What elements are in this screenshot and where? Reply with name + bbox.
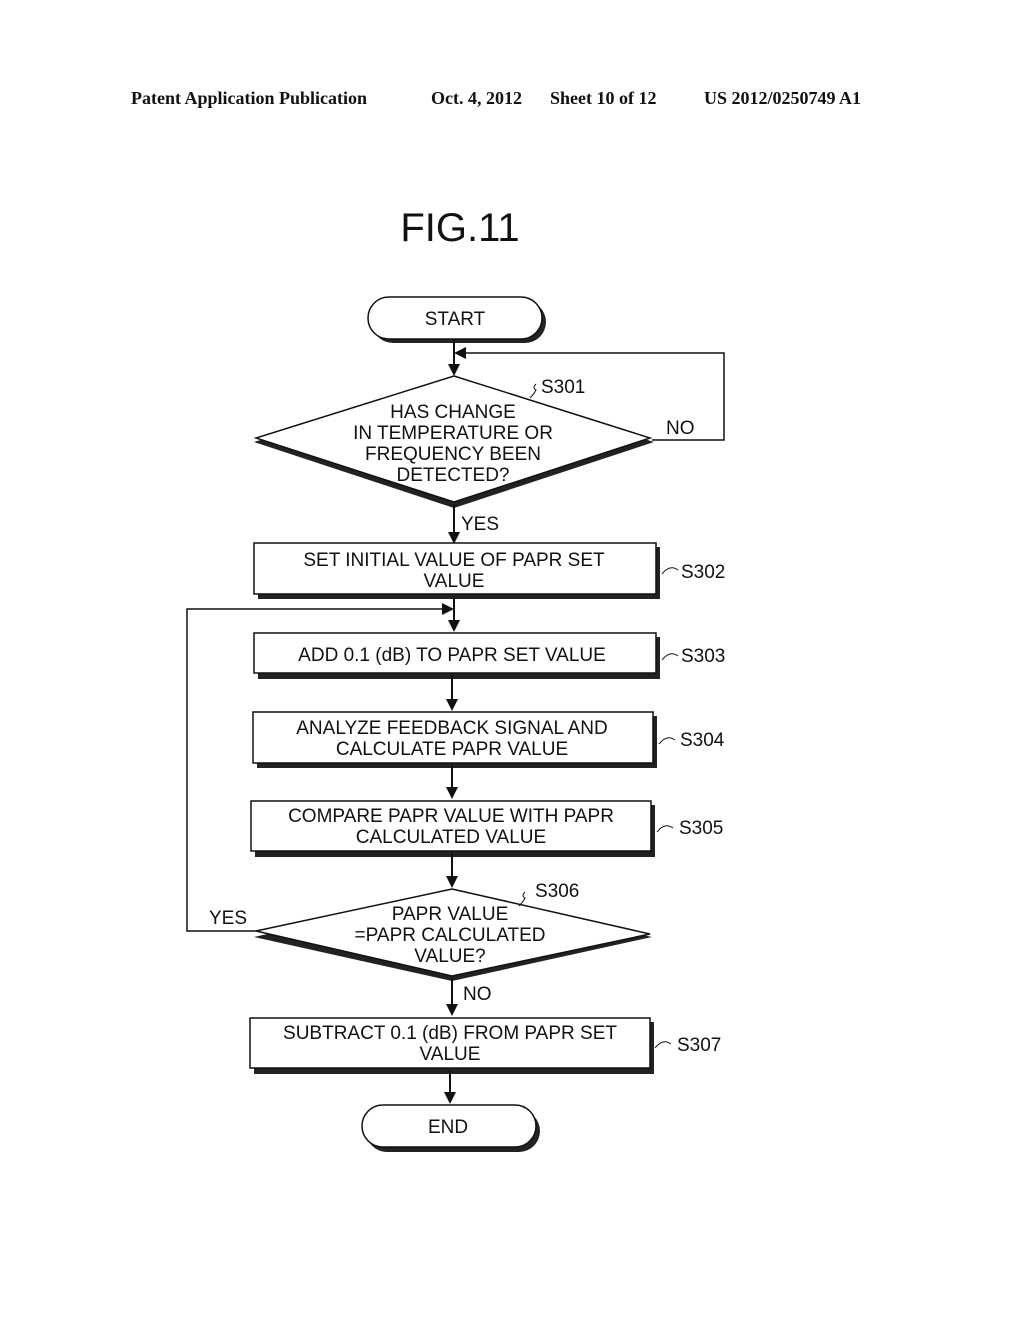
end-terminal: END [361, 1104, 540, 1152]
process-s302: SET INITIAL VALUE OF PAPR SET VALUE [253, 542, 660, 599]
process-s304: ANALYZE FEEDBACK SIGNAL AND CALCULATE PA… [252, 711, 657, 768]
s301-line-3: FREQUENCY BEEN [365, 444, 541, 465]
s302-line-2: VALUE [424, 571, 485, 592]
s307-leader [654, 1041, 672, 1049]
decision-s301: HAS CHANGE IN TEMPERATURE OR FREQUENCY B… [253, 375, 654, 508]
process-s303: ADD 0.1 (dB) TO PAPR SET VALUE [253, 632, 660, 679]
s301-line-4: DETECTED? [397, 465, 510, 486]
s303-leader [661, 653, 679, 661]
flowchart: START HAS CHANGE IN TEMPERATURE OR FREQU… [186, 296, 725, 1152]
s307-id: S307 [677, 1035, 721, 1056]
s303-line-1: ADD 0.1 (dB) TO PAPR SET VALUE [298, 645, 606, 666]
s301-no-label: NO [666, 418, 695, 439]
s307-line-1: SUBTRACT 0.1 (dB) FROM PAPR SET [283, 1023, 617, 1044]
process-s305: COMPARE PAPR VALUE WITH PAPR CALCULATED … [250, 800, 655, 857]
s306-no-label: NO [463, 984, 492, 1005]
s301-leader [529, 383, 537, 399]
s306-id: S306 [535, 881, 579, 902]
s301-id: S301 [541, 377, 585, 398]
s307-line-2: VALUE [420, 1044, 481, 1065]
s305-line-2: CALCULATED VALUE [356, 827, 546, 848]
s304-line-2: CALCULATE PAPR VALUE [336, 739, 568, 760]
s301-line-2: IN TEMPERATURE OR [353, 423, 553, 444]
s304-line-1: ANALYZE FEEDBACK SIGNAL AND [296, 718, 607, 739]
s302-id: S302 [681, 562, 725, 583]
s306-yes-label: YES [209, 908, 247, 929]
s303-id: S303 [681, 646, 725, 667]
s304-leader [658, 737, 676, 745]
s302-leader [661, 567, 679, 575]
s305-leader [656, 825, 674, 833]
start-label: START [425, 309, 486, 330]
s305-line-1: COMPARE PAPR VALUE WITH PAPR [288, 806, 614, 827]
process-s307: SUBTRACT 0.1 (dB) FROM PAPR SET VALUE [249, 1017, 654, 1074]
s301-yes-label: YES [461, 514, 499, 535]
s302-line-1: SET INITIAL VALUE OF PAPR SET [303, 550, 605, 571]
s301-line-1: HAS CHANGE [390, 402, 516, 423]
start-terminal: START [367, 296, 546, 343]
end-label: END [428, 1117, 468, 1138]
s306-line-2: =PAPR CALCULATED [355, 925, 546, 946]
s305-id: S305 [679, 818, 723, 839]
s304-id: S304 [680, 730, 725, 751]
s306-line-1: PAPR VALUE [392, 904, 509, 925]
decision-s306: PAPR VALUE =PAPR CALCULATED VALUE? [254, 888, 652, 981]
s306-line-3: VALUE? [414, 946, 485, 967]
